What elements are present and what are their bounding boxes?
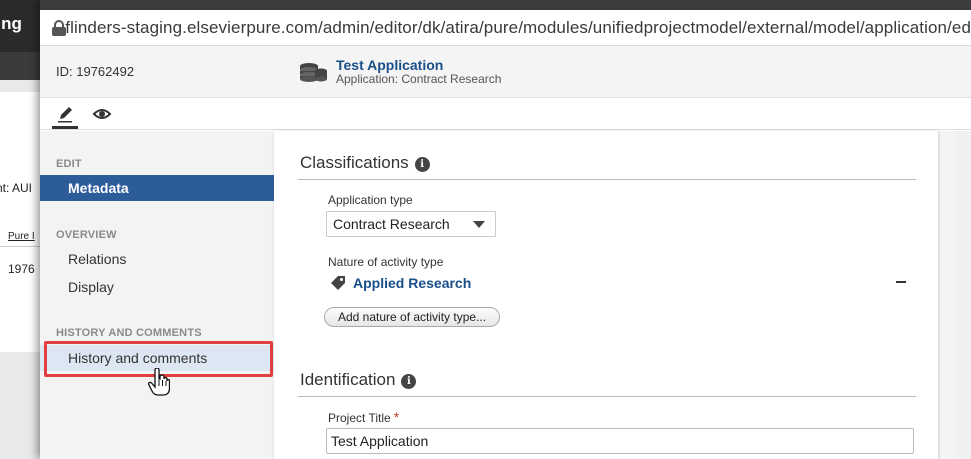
project-title-label-text: Project Title bbox=[328, 411, 391, 425]
info-icon[interactable]: i bbox=[401, 374, 417, 389]
application-type-select[interactable]: Contract Research bbox=[326, 211, 496, 237]
background-content bbox=[0, 92, 40, 352]
application-icon bbox=[300, 63, 327, 82]
active-tool-indicator bbox=[52, 126, 78, 129]
chevron-down-icon bbox=[473, 221, 485, 228]
background-band bbox=[0, 52, 40, 80]
select-value: Contract Research bbox=[333, 216, 450, 232]
nature-of-activity-item: Applied Research bbox=[330, 275, 471, 291]
eye-icon[interactable] bbox=[92, 105, 112, 123]
address-bar[interactable]: flinders-staging.elsevierpure.com/admin/… bbox=[40, 10, 971, 46]
section-divider bbox=[298, 396, 916, 397]
section-title-classifications: Classifications i bbox=[300, 153, 430, 173]
sidebar-item-label: Relations bbox=[68, 251, 127, 267]
url-text[interactable]: flinders-staging.elsevierpure.com/admin/… bbox=[65, 18, 971, 38]
required-marker: * bbox=[393, 409, 400, 425]
background-divider bbox=[0, 246, 40, 247]
nature-of-activity-value[interactable]: Applied Research bbox=[353, 275, 471, 291]
background-text: nt: AUI bbox=[0, 181, 33, 195]
project-title-input[interactable] bbox=[326, 428, 914, 454]
page-subtitle: Application: Contract Research bbox=[336, 72, 502, 86]
main-content: Classifications i Application type Contra… bbox=[274, 131, 971, 459]
sidebar-item-display[interactable]: Display bbox=[40, 274, 274, 300]
sidebar-item-relations[interactable]: Relations bbox=[40, 246, 274, 272]
background-link[interactable]: Pure I bbox=[8, 231, 35, 242]
record-id: ID: 19762492 bbox=[56, 64, 135, 79]
hand-cursor-icon bbox=[148, 368, 170, 396]
page-title: Test Application bbox=[336, 57, 444, 73]
sidebar-item-label: Display bbox=[68, 279, 114, 295]
sidebar-heading-edit: EDIT bbox=[56, 158, 82, 170]
application-type-label: Application type bbox=[328, 193, 413, 207]
editor-window: flinders-staging.elsevierpure.com/admin/… bbox=[40, 0, 971, 459]
info-icon[interactable]: i bbox=[414, 157, 430, 172]
background-header: ging bbox=[0, 0, 40, 52]
background-row-text: 1976 bbox=[8, 262, 35, 276]
section-divider bbox=[298, 179, 916, 180]
add-nature-of-activity-button[interactable]: Add nature of activity type... bbox=[324, 307, 501, 327]
pencil-icon[interactable] bbox=[56, 104, 76, 124]
scrollbar[interactable] bbox=[957, 131, 971, 459]
sidebar-heading-overview: OVERVIEW bbox=[56, 229, 117, 241]
nature-of-activity-label: Nature of activity type bbox=[328, 255, 444, 269]
lock-icon bbox=[52, 19, 66, 36]
section-title-identification: Identification i bbox=[300, 370, 417, 390]
form-panel: Classifications i Application type Contra… bbox=[274, 131, 939, 459]
tag-icon bbox=[331, 276, 345, 290]
editor-header: ID: 19762492 Test Application Applicatio… bbox=[40, 46, 971, 98]
section-title-text: Classifications bbox=[300, 153, 409, 172]
section-title-text: Identification bbox=[300, 370, 396, 389]
sidebar-heading-history: HISTORY AND COMMENTS bbox=[56, 327, 202, 339]
background-page: ging nt: AUI Pure I 1976 bbox=[0, 0, 40, 459]
project-title-label: Project Title * bbox=[328, 409, 399, 425]
minus-icon[interactable] bbox=[896, 281, 906, 283]
background-brand: ging bbox=[0, 14, 22, 33]
sidebar-item-metadata[interactable]: Metadata bbox=[40, 175, 282, 201]
sidebar: EDIT Metadata OVERVIEW Relations Display… bbox=[40, 131, 282, 459]
sidebar-item-label: Metadata bbox=[68, 180, 129, 196]
editor-toolbar bbox=[40, 98, 971, 130]
window-titlebar bbox=[40, 0, 971, 10]
